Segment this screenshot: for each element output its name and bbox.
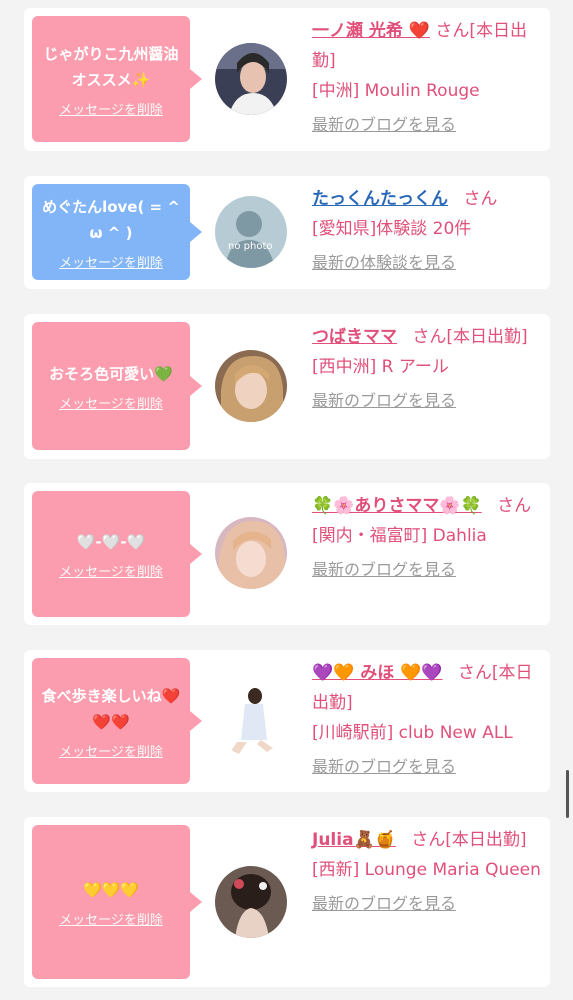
message-text: めぐたんlove( = ^ ω ^ ) bbox=[42, 197, 180, 242]
list-item: おそろ色可愛い💚 メッセージを削除 つばきママ さん[本日出勤] [西中洲] R… bbox=[24, 314, 550, 459]
store-text: [関内・福富町] Dahlia bbox=[312, 526, 487, 546]
store-text: [西中洲] R アール bbox=[312, 357, 449, 377]
list-item: 🤍-🤍-🤍 メッセージを削除 🍀🌸ありさママ🌸🍀 さん [関内・福富町] Dah… bbox=[24, 483, 550, 625]
profile-suffix: さん bbox=[463, 189, 498, 209]
profile-name-link[interactable]: たっくんたっくん bbox=[312, 189, 448, 209]
avatar-photo bbox=[215, 517, 287, 589]
avatar-photo bbox=[215, 866, 287, 938]
message-text: 🤍-🤍-🤍 bbox=[76, 532, 146, 551]
latest-blog-link[interactable]: 最新のブログを見る bbox=[312, 110, 456, 140]
profile-info: 💜🧡 みほ 🧡💜 さん[本日出勤] [川崎駅前] club New ALL 最新… bbox=[312, 658, 544, 782]
no-photo-icon bbox=[215, 196, 287, 268]
profile-name-link[interactable]: 🍀🌸ありさママ🌸🍀 bbox=[312, 496, 482, 516]
profile-suffix: さん bbox=[497, 496, 532, 516]
avatar[interactable] bbox=[215, 684, 287, 756]
message-bubble: おそろ色可愛い💚 メッセージを削除 bbox=[32, 322, 202, 450]
profile-suffix: さん[本日出勤] bbox=[412, 327, 528, 347]
profile-info: 🍀🌸ありさママ🌸🍀 さん [関内・福富町] Dahlia 最新のブログを見る bbox=[312, 491, 544, 585]
no-photo-label: no photo bbox=[228, 241, 273, 252]
avatar[interactable]: no photo bbox=[215, 196, 287, 268]
delete-message-link[interactable]: メッセージを削除 bbox=[59, 393, 163, 412]
latest-blog-link[interactable]: 最新のブログを見る bbox=[312, 386, 456, 416]
avatar[interactable] bbox=[215, 350, 287, 422]
profile-info: 一ノ瀬 光希 ❤️ さん[本日出勤] [中洲] Moulin Rouge 最新の… bbox=[312, 16, 544, 140]
profile-name-link[interactable]: 一ノ瀬 光希 ❤️ bbox=[312, 21, 430, 41]
message-bubble: 食べ歩き楽しいね❤️❤️❤️ メッセージを削除 bbox=[32, 658, 202, 784]
avatar-photo bbox=[215, 43, 287, 115]
avatar[interactable] bbox=[215, 517, 287, 589]
message-bubble: 🤍-🤍-🤍 メッセージを削除 bbox=[32, 491, 202, 617]
latest-blog-link[interactable]: 最新のブログを見る bbox=[312, 752, 456, 782]
store-text: [中洲] Moulin Rouge bbox=[312, 81, 480, 101]
list-item: じゃがりこ九州醤油オススメ✨ メッセージを削除 一ノ瀬 光希 ❤️ さん[本日出… bbox=[24, 8, 550, 151]
avatar-photo bbox=[215, 684, 287, 756]
store-text: [愛知県]体験談 20件 bbox=[312, 219, 472, 239]
profile-name-link[interactable]: つばきママ bbox=[312, 327, 397, 347]
profile-suffix: さん[本日出勤] bbox=[411, 830, 527, 850]
message-text: 食べ歩き楽しいね❤️❤️❤️ bbox=[41, 686, 181, 731]
profile-name-link[interactable]: Julia🧸🍯 bbox=[312, 830, 396, 850]
avatar-photo bbox=[215, 350, 287, 422]
profile-info: たっくんたっくん さん [愛知県]体験談 20件 最新の体験談を見る bbox=[312, 184, 544, 278]
store-text: [川崎駅前] club New ALL bbox=[312, 723, 513, 743]
message-text: じゃがりこ九州醤油オススメ✨ bbox=[43, 44, 179, 89]
message-bubble: じゃがりこ九州醤油オススメ✨ メッセージを削除 bbox=[32, 16, 202, 142]
profile-name-link[interactable]: 💜🧡 みほ 🧡💜 bbox=[312, 663, 443, 683]
list-item: めぐたんlove( = ^ ω ^ ) メッセージを削除 no photo たっ… bbox=[24, 176, 550, 289]
avatar[interactable] bbox=[215, 866, 287, 938]
store-text: [西新] Lounge Maria Queen bbox=[312, 860, 541, 880]
list-item: 💛💛💛 メッセージを削除 Julia🧸🍯 さん[本日出勤] [西新] Loung… bbox=[24, 817, 550, 987]
delete-message-link[interactable]: メッセージを削除 bbox=[59, 741, 163, 760]
avatar[interactable] bbox=[215, 43, 287, 115]
delete-message-link[interactable]: メッセージを削除 bbox=[59, 252, 163, 271]
message-text: 💛💛💛 bbox=[82, 880, 140, 899]
latest-blog-link[interactable]: 最新のブログを見る bbox=[312, 889, 456, 919]
latest-blog-link[interactable]: 最新のブログを見る bbox=[312, 555, 456, 585]
scrollbar[interactable] bbox=[566, 770, 569, 818]
profile-info: Julia🧸🍯 さん[本日出勤] [西新] Lounge Maria Queen… bbox=[312, 825, 544, 919]
delete-message-link[interactable]: メッセージを削除 bbox=[59, 561, 163, 580]
profile-info: つばきママ さん[本日出勤] [西中洲] R アール 最新のブログを見る bbox=[312, 322, 544, 416]
delete-message-link[interactable]: メッセージを削除 bbox=[59, 99, 163, 118]
latest-review-link[interactable]: 最新の体験談を見る bbox=[312, 248, 456, 278]
message-bubble: めぐたんlove( = ^ ω ^ ) メッセージを削除 bbox=[32, 184, 202, 280]
message-text: おそろ色可愛い💚 bbox=[49, 364, 173, 383]
list-item: 食べ歩き楽しいね❤️❤️❤️ メッセージを削除 💜🧡 みほ 🧡💜 さん[本日出勤… bbox=[24, 650, 550, 792]
message-bubble: 💛💛💛 メッセージを削除 bbox=[32, 825, 202, 979]
delete-message-link[interactable]: メッセージを削除 bbox=[59, 909, 163, 928]
